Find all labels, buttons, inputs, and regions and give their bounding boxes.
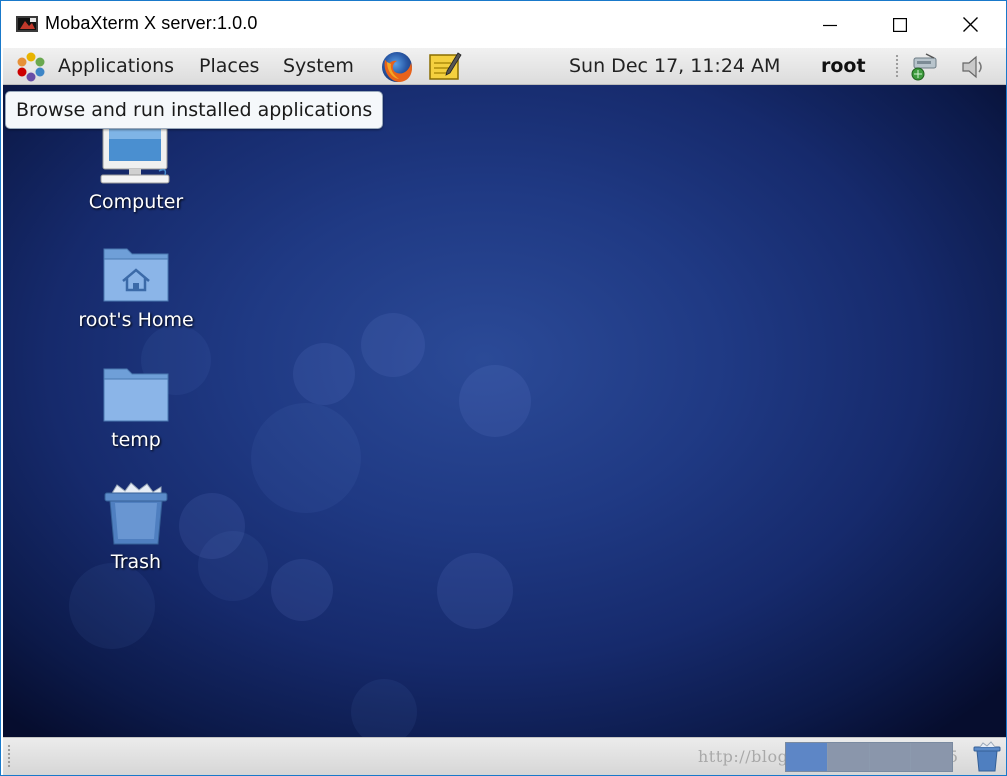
bokeh-light (351, 679, 417, 737)
desktop-icon-trash[interactable]: Trash (71, 481, 201, 573)
desktop-icon-label: Trash (110, 551, 162, 573)
clock[interactable]: Sun Dec 17, 11:24 AM (569, 48, 780, 84)
desktop-icon-label: root's Home (78, 309, 194, 331)
applications-tooltip: Browse and run installed applications (5, 91, 384, 129)
text-editor-icon[interactable] (427, 49, 463, 85)
workspace-4[interactable] (911, 743, 952, 771)
desktop-icon-temp[interactable]: temp (71, 363, 201, 451)
window-title: MobaXterm X server:1.0.0 (45, 13, 258, 33)
bokeh-light (69, 563, 155, 649)
trash-applet-icon[interactable] (971, 741, 1003, 773)
desktop[interactable]: Computer root's Home temp Trash (3, 85, 1006, 737)
bokeh-light (293, 343, 355, 405)
bokeh-light (437, 553, 513, 629)
title-bar[interactable]: MobaXterm X server:1.0.0 (1, 1, 1006, 48)
mobaxterm-window: MobaXterm X server:1.0.0 Applications Pl… (0, 0, 1007, 776)
trash-icon (104, 482, 168, 545)
panel-grip (895, 54, 899, 79)
network-icon[interactable] (908, 52, 940, 82)
gnome-foot-icon[interactable] (16, 52, 46, 82)
firefox-icon[interactable] (379, 49, 415, 85)
minimize-button[interactable] (807, 1, 853, 48)
bokeh-light (251, 403, 361, 513)
volume-icon[interactable] (959, 52, 991, 82)
mobaxterm-icon (16, 16, 38, 32)
minimize-icon (823, 24, 837, 26)
user-name[interactable]: root (821, 48, 866, 84)
bokeh-light (271, 559, 333, 621)
desktop-icon-home[interactable]: root's Home (71, 243, 201, 331)
desktop-icon-label: Computer (88, 191, 184, 213)
folder-icon (103, 368, 169, 422)
workspace-3[interactable] (869, 743, 912, 771)
desktop-icon-label: temp (111, 429, 161, 451)
applications-menu[interactable]: Applications (58, 48, 174, 84)
close-icon (962, 17, 978, 32)
top-panel: Applications Places System Sun Dec 17, 1… (3, 48, 1006, 85)
workspace-switcher[interactable] (785, 742, 953, 772)
panel-grip (7, 744, 11, 769)
close-button[interactable] (947, 1, 993, 48)
bokeh-light (198, 531, 268, 601)
workspace-2[interactable] (827, 743, 870, 771)
maximize-button[interactable] (877, 1, 923, 48)
workspace-1[interactable] (786, 743, 828, 771)
bokeh-light (361, 313, 425, 377)
places-menu[interactable]: Places (199, 48, 259, 84)
maximize-icon (893, 17, 907, 32)
home-folder-icon (103, 248, 169, 302)
bokeh-light (459, 365, 531, 437)
system-menu[interactable]: System (283, 48, 354, 84)
bottom-panel: http://blog.csdn.net/fuyi42015 (3, 737, 1006, 775)
